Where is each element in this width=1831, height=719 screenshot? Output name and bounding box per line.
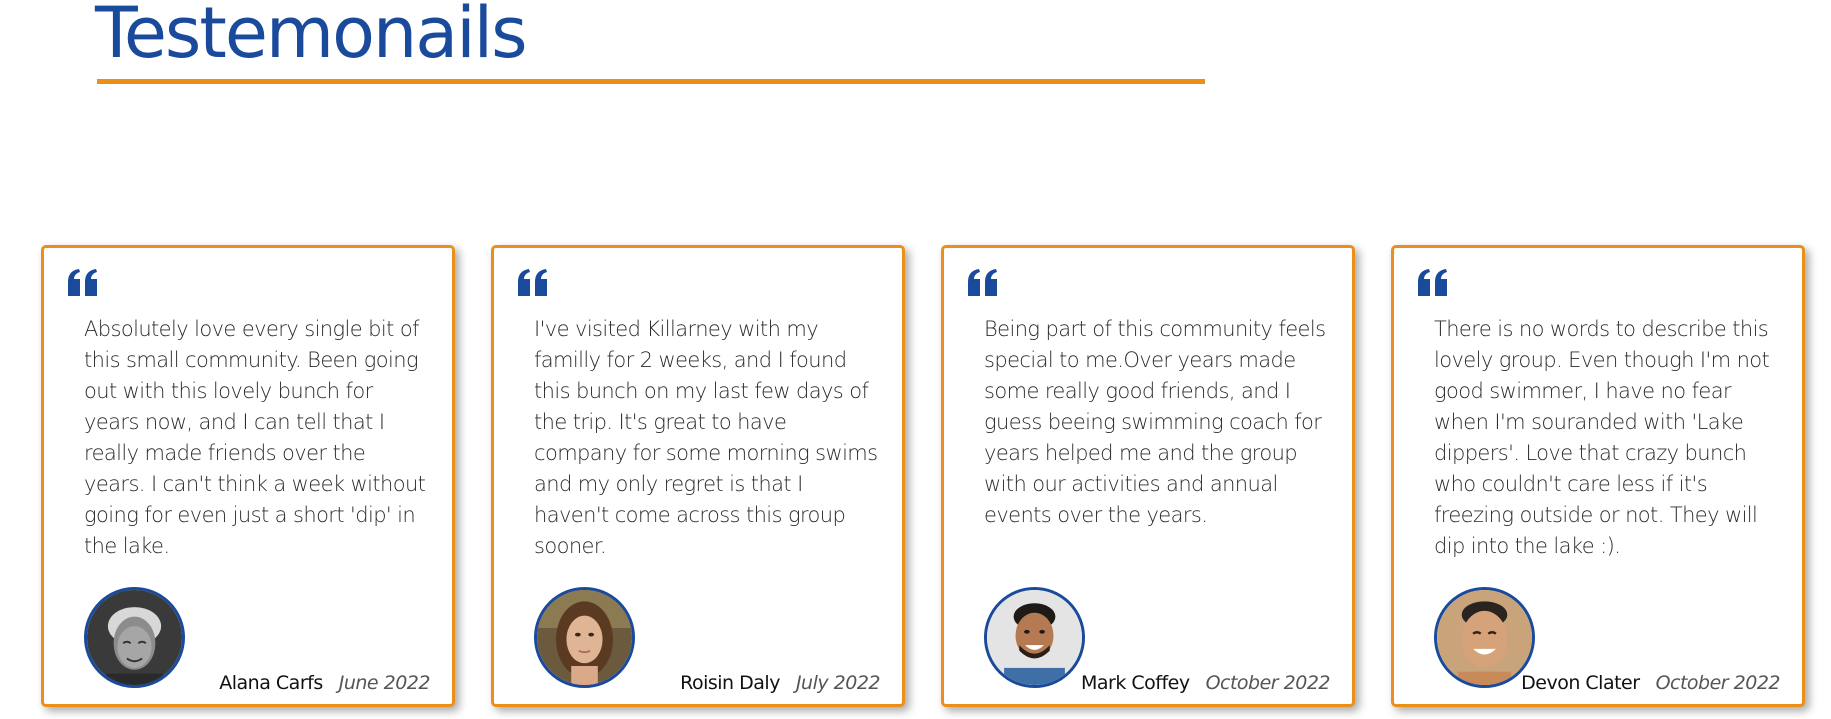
section-title: Testemonails [95, 0, 528, 74]
quote-icon [1418, 269, 1447, 296]
testimonial-date: October 2022 [1205, 672, 1331, 694]
testimonials-row: Absolutely love every single bit of this… [41, 245, 1831, 710]
quote-icon [518, 269, 547, 296]
testimonial-text: There is no words to describe this lovel… [1434, 317, 1770, 558]
testimonial-card: Absolutely love every single bit of this… [41, 245, 455, 707]
testimonial-text: Being part of this community feels speci… [984, 317, 1326, 527]
author-name: Alana Carfs [219, 672, 323, 694]
testimonial-text: I've visited Killarney with my familly f… [534, 317, 878, 558]
author-name: Devon Clater [1521, 672, 1640, 694]
avatar-elderly-woman [84, 587, 185, 688]
avatar-young-woman [534, 587, 635, 688]
testimonial-meta: Alana Carfs June 2022 [219, 671, 430, 695]
author-name: Roisin Daly [680, 672, 780, 694]
testimonial-card: I've visited Killarney with my familly f… [491, 245, 905, 707]
testimonial-date: October 2022 [1655, 672, 1781, 694]
author-name: Mark Coffey [1080, 672, 1190, 694]
avatar-smiling-man [984, 587, 1085, 688]
testimonial-meta: Mark Coffey October 2022 [1080, 671, 1331, 695]
testimonial-date: June 2022 [338, 672, 431, 694]
testimonial-meta: Devon Clater October 2022 [1521, 671, 1780, 695]
avatar-laughing-man [1434, 587, 1535, 688]
testimonial-card: Being part of this community feels speci… [941, 245, 1355, 707]
testimonial-date: July 2022 [795, 672, 881, 694]
title-underline [97, 79, 1205, 84]
testimonial-card: There is no words to describe this lovel… [1391, 245, 1805, 707]
testimonial-meta: Roisin Daly July 2022 [680, 671, 880, 695]
quote-icon [68, 269, 97, 296]
quote-icon [968, 269, 997, 296]
testimonial-text: Absolutely love every single bit of this… [84, 317, 426, 558]
